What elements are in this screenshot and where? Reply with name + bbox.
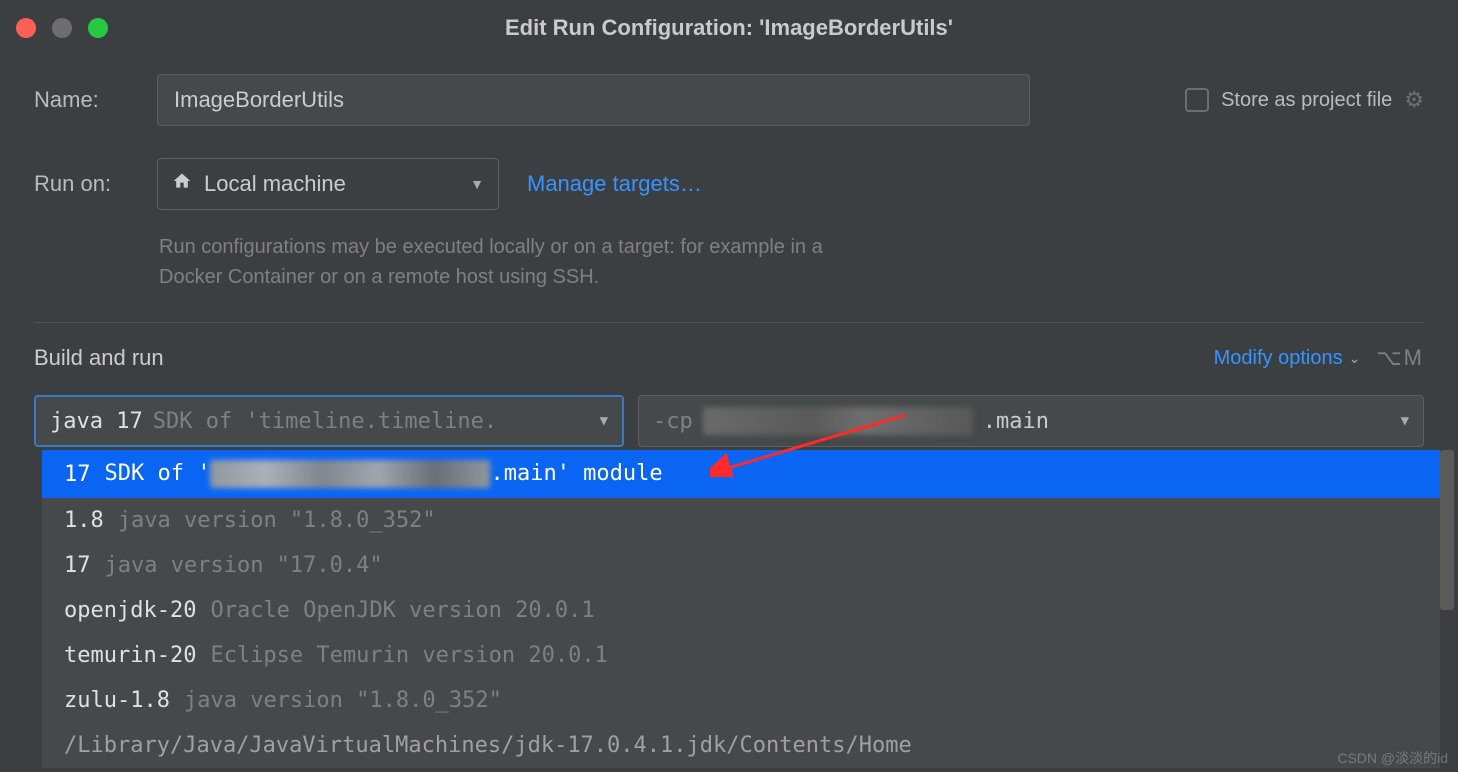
store-as-project-file[interactable]: Store as project file ⚙ [1185, 87, 1424, 113]
chevron-down-icon: ▼ [600, 413, 608, 429]
jdk-option-openjdk-20[interactable]: openjdk-20 Oracle OpenJDK version 20.0.1 [42, 588, 1440, 633]
cp-prefix: -cp [653, 409, 693, 434]
close-window-button[interactable] [16, 18, 36, 38]
name-input[interactable] [157, 74, 1030, 126]
zoom-window-button[interactable] [88, 18, 108, 38]
watermark: CSDN @淡淡的id [1337, 748, 1448, 768]
name-label: Name: [34, 87, 139, 113]
run-on-select[interactable]: Local machine ▼ [157, 158, 499, 210]
jdk-select[interactable]: java 17 SDK of 'timeline.timeline. ▼ [34, 395, 624, 447]
jdk-option-17-module[interactable]: 17 SDK of '.main' module [42, 450, 1440, 498]
scrollbar-thumb[interactable] [1440, 450, 1454, 610]
manage-targets-link[interactable]: Manage targets… [527, 171, 702, 197]
modify-options-label: Modify options [1214, 347, 1343, 370]
cp-redacted [703, 407, 973, 435]
jdk-dropdown-list[interactable]: 17 SDK of '.main' module 1.8 java versio… [42, 450, 1440, 768]
home-icon [172, 171, 192, 197]
window-controls [16, 18, 108, 38]
store-checkbox[interactable] [1185, 88, 1209, 112]
minimize-window-button[interactable] [52, 18, 72, 38]
dialog-title: Edit Run Configuration: 'ImageBorderUtil… [505, 15, 953, 41]
titlebar: Edit Run Configuration: 'ImageBorderUtil… [0, 0, 1458, 56]
chevron-down-icon: ▼ [470, 176, 484, 192]
run-on-row: Run on: Local machine ▼ Manage targets… [34, 156, 1424, 212]
modify-options-link[interactable]: Modify options ⌄ [1214, 347, 1361, 370]
name-row: Name: Store as project file ⚙ [34, 72, 1424, 128]
modify-options-shortcut: ⌥M [1376, 345, 1424, 371]
jdk-option-1-8[interactable]: 1.8 java version "1.8.0_352" [42, 498, 1440, 543]
jdk-option-temurin-20[interactable]: temurin-20 Eclipse Temurin version 20.0.… [42, 633, 1440, 678]
build-run-title: Build and run [34, 345, 164, 371]
run-on-help-text: Run configurations may be executed local… [159, 232, 879, 292]
jdk-option-zulu-1-8[interactable]: zulu-1.8 java version "1.8.0_352" [42, 678, 1440, 723]
chevron-down-icon: ⌄ [1349, 350, 1361, 367]
jdk-detail: SDK of 'timeline.timeline. [153, 409, 590, 434]
cp-suffix: .main [983, 409, 1049, 434]
divider [34, 322, 1424, 323]
dialog-content: Name: Store as project file ⚙ Run on: Lo… [0, 56, 1458, 447]
jdk-option-17[interactable]: 17 java version "17.0.4" [42, 543, 1440, 588]
run-on-value: Local machine [204, 171, 458, 197]
build-run-row: java 17 SDK of 'timeline.timeline. ▼ -cp… [34, 395, 1424, 447]
gear-icon[interactable]: ⚙ [1404, 87, 1424, 113]
classpath-select[interactable]: -cp .main ▼ [638, 395, 1424, 447]
dropdown-scrollbar[interactable] [1440, 450, 1454, 762]
jdk-name: java 17 [50, 409, 143, 434]
redacted-module [210, 460, 490, 488]
store-label: Store as project file [1221, 89, 1392, 112]
run-on-label: Run on: [34, 171, 139, 197]
jdk-option-path[interactable]: /Library/Java/JavaVirtualMachines/jdk-17… [42, 723, 1440, 768]
chevron-down-icon: ▼ [1401, 413, 1409, 429]
build-run-header: Build and run Modify options ⌄ ⌥M [34, 345, 1424, 371]
